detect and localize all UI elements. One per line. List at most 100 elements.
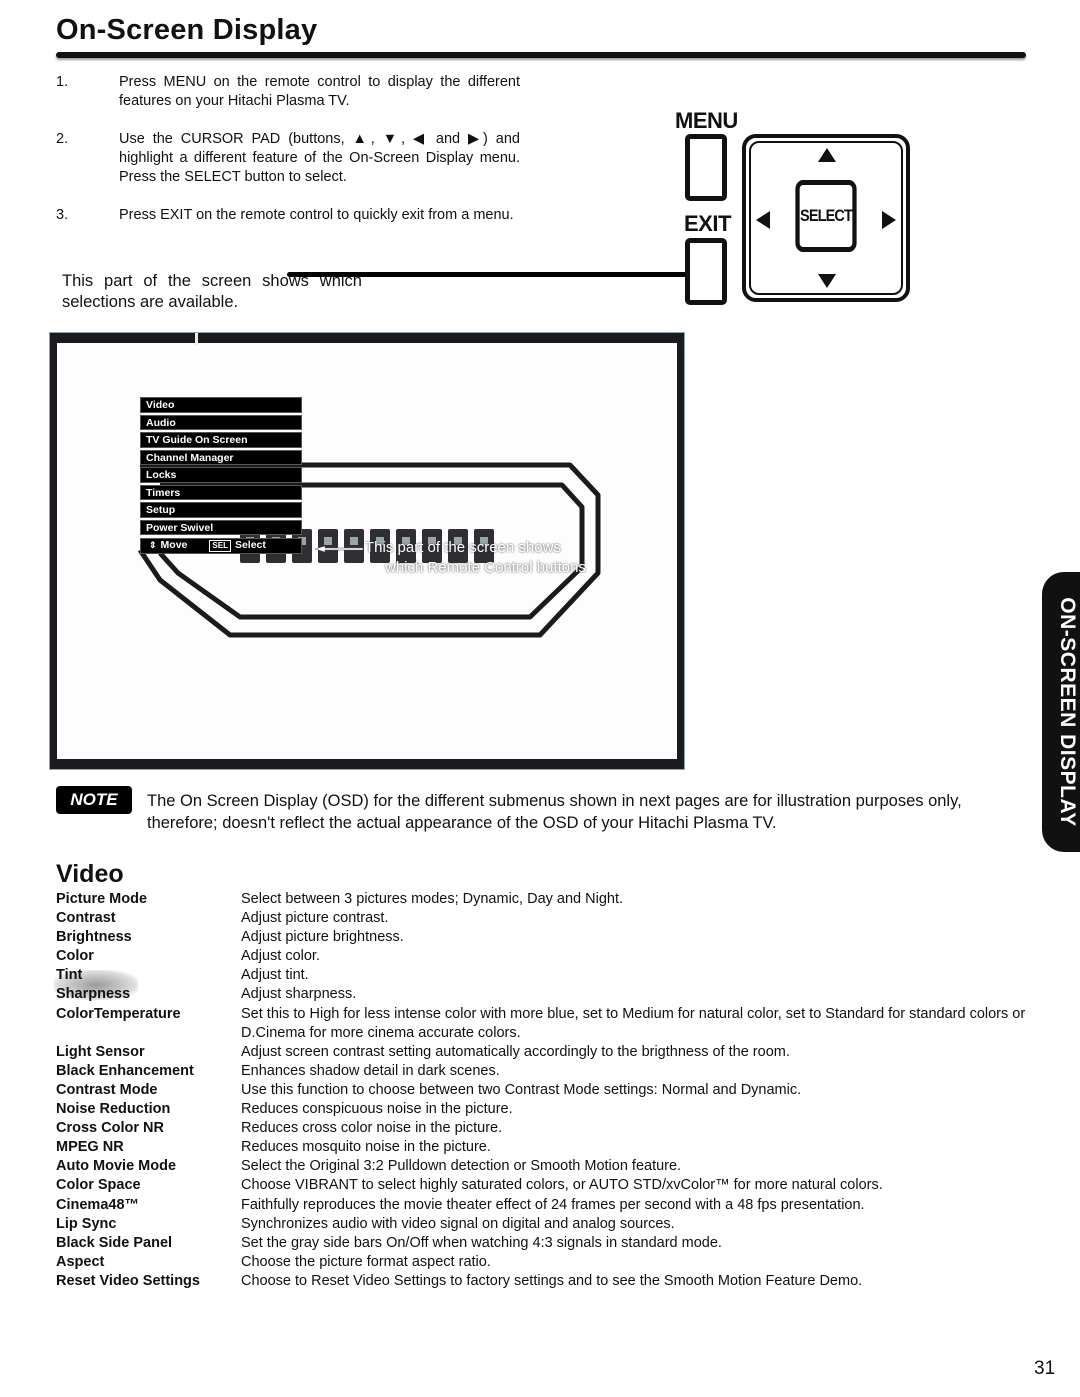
- step-1: 1. Press MENU on the remote control to d…: [56, 73, 520, 111]
- video-setting-row: Reset Video Settings Choose to Reset Vide…: [56, 1272, 1036, 1291]
- section-side-tab: ON-SCREEN DISPLAY: [1042, 572, 1080, 852]
- video-setting-term: Color Space: [56, 1177, 141, 1194]
- video-setting-row: Brightness Adjust picture brightness.: [56, 928, 1036, 947]
- step-text: Press EXIT on the remote control to quic…: [119, 207, 514, 223]
- video-setting-row: Color Adjust color.: [56, 947, 1036, 966]
- video-setting-description: Choose VIBRANT to select highly saturate…: [241, 1177, 883, 1194]
- video-setting-term: Color: [56, 948, 94, 965]
- video-setting-description: Adjust sharpness.: [241, 986, 357, 1003]
- video-setting-description: Reduces conspicuous noise in the picture…: [241, 1101, 513, 1118]
- video-setting-description: Select the Original 3:2 Pulldown detecti…: [241, 1158, 682, 1175]
- video-setting-row: ColorTemperature Set this to High for les…: [56, 1005, 1036, 1043]
- video-section-heading: Video: [56, 860, 124, 888]
- video-setting-row: Cross Color NR Reduces cross color noise …: [56, 1119, 1036, 1138]
- video-setting-description: Use this function to choose between two …: [241, 1081, 802, 1098]
- cursor-pad-illustration: SELECT: [742, 134, 910, 302]
- step-text: Press MENU on the remote control to disp…: [119, 74, 520, 109]
- video-setting-term: Brightness: [56, 929, 132, 946]
- video-setting-term: Contrast Mode: [56, 1081, 158, 1098]
- video-setting-term: MPEG NR: [56, 1139, 124, 1156]
- video-setting-row: Color Space Choose VIBRANT to select high…: [56, 1176, 1036, 1195]
- video-setting-description: Choose to Reset Video Settings to factor…: [241, 1272, 863, 1289]
- arrow-up-icon: [818, 148, 836, 162]
- video-setting-description: Enhances shadow detail in dark scenes.: [241, 1062, 500, 1079]
- video-setting-row: Lip Sync Synchronizes audio with video si…: [56, 1215, 1036, 1234]
- video-setting-description: Adjust color.: [241, 948, 320, 965]
- video-setting-description: Faithfully reproduces the movie theater …: [241, 1196, 865, 1213]
- osd-menu-footer: ⇕ Move SEL Select: [140, 538, 302, 554]
- video-setting-description: Adjust picture contrast.: [241, 910, 389, 927]
- osd-menu-item-tv-guide[interactable]: TV Guide On Screen: [140, 432, 302, 448]
- video-setting-row: Contrast Adjust picture contrast.: [56, 909, 1036, 928]
- osd-menu-item-channel-manager[interactable]: Channel Manager: [140, 449, 302, 465]
- video-setting-term: Cross Color NR: [56, 1120, 164, 1137]
- side-tab-label: ON-SCREEN DISPLAY: [1056, 597, 1079, 827]
- step-3: 3. Press EXIT on the remote control to q…: [56, 206, 520, 225]
- video-setting-term: Sharpness: [56, 986, 131, 1003]
- video-settings-list: Picture Mode Select between 3 pictures mo…: [56, 890, 1036, 1291]
- video-setting-term: Aspect: [56, 1253, 105, 1270]
- video-setting-term: Tint: [56, 967, 83, 984]
- callout-text: This part of the screen shows which sele…: [62, 272, 362, 311]
- step-2: 2. Use the CURSOR PAD (buttons, ▲, ▼, ◀ …: [56, 130, 520, 187]
- video-setting-description: Adjust screen contrast setting automatic…: [241, 1043, 790, 1060]
- callout-leader-line: [287, 272, 689, 277]
- video-setting-description: Adjust picture brightness.: [241, 929, 404, 946]
- video-setting-term: Auto Movie Mode: [56, 1158, 177, 1175]
- osd-menu-item-locks[interactable]: Locks: [140, 467, 302, 483]
- exit-label: EXIT: [684, 211, 731, 236]
- video-setting-term: ColorTemperature: [56, 1005, 181, 1022]
- select-button-illustration: SELECT: [795, 180, 857, 252]
- osd-menu-item-power-swivel[interactable]: Power Swivel: [140, 519, 302, 535]
- video-setting-term: Black Side Panel: [56, 1234, 173, 1251]
- note-text: The On Screen Display (OSD) for the diff…: [147, 792, 962, 832]
- frame-tick-mark: [195, 333, 198, 345]
- video-setting-row: Sharpness Adjust sharpness.: [56, 985, 1036, 1004]
- video-setting-term: Picture Mode: [56, 891, 148, 907]
- video-setting-description: Reduces mosquito noise in the picture.: [241, 1139, 491, 1156]
- overlay-caption-line-1: This part of the screen shows: [365, 539, 561, 556]
- arrow-left-icon: [756, 211, 770, 229]
- video-setting-description: Select between 3 pictures modes; Dynamic…: [241, 891, 624, 907]
- video-setting-description: Synchronizes audio with video signal on …: [241, 1215, 675, 1232]
- osd-overlay-caption: This part of the screen shows which Remo…: [365, 538, 605, 578]
- osd-main-menu: Video Audio TV Guide On Screen Channel M…: [140, 397, 302, 554]
- video-setting-row: Noise Reduction Reduces conspicuous noise…: [56, 1100, 1036, 1119]
- video-setting-row: MPEG NR Reduces mosquito noise in the pic…: [56, 1138, 1036, 1157]
- step-text: Use the CURSOR PAD (buttons, ▲, ▼, ◀ and…: [119, 131, 520, 185]
- video-setting-row: Tint Adjust tint.: [56, 966, 1036, 985]
- video-setting-row: Contrast Mode Use this function to choose…: [56, 1081, 1036, 1100]
- video-setting-row: Black Side Panel Set the gray side bars O…: [56, 1234, 1036, 1253]
- footer-move-label: Move: [160, 539, 188, 551]
- overlay-arrow-icon: [315, 546, 363, 552]
- video-setting-description: Reduces cross color noise in the picture…: [241, 1120, 503, 1137]
- osd-menu-item-timers[interactable]: Timers: [140, 484, 302, 500]
- footer-select-label: Select: [234, 539, 266, 551]
- video-setting-term: Light Sensor: [56, 1043, 145, 1060]
- video-setting-term: Reset Video Settings: [56, 1272, 200, 1289]
- video-setting-term: Lip Sync: [56, 1215, 117, 1232]
- video-setting-description: Set the gray side bars On/Off when watch…: [241, 1234, 722, 1251]
- step-number: 3.: [56, 207, 69, 223]
- arrow-down-icon: [818, 274, 836, 288]
- video-setting-row: Black Enhancement Enhances shadow detail …: [56, 1062, 1036, 1081]
- menu-label: MENU: [675, 108, 738, 133]
- video-setting-description: Set this to High for less intense color …: [241, 1005, 1026, 1041]
- title-rule: [56, 52, 1026, 58]
- page-number: 31: [1034, 1358, 1056, 1379]
- move-arrows-icon: ⇕: [149, 540, 157, 550]
- video-setting-row: Aspect Choose the picture format aspect r…: [56, 1253, 1036, 1272]
- step-number: 2.: [56, 131, 69, 147]
- step-number: 1.: [56, 74, 69, 90]
- video-setting-term: Cinema48™: [56, 1196, 140, 1213]
- arrow-right-icon: [882, 211, 896, 229]
- video-setting-term: Noise Reduction: [56, 1101, 171, 1118]
- osd-menu-item-audio[interactable]: Audio: [140, 414, 302, 430]
- note-badge: NOTE: [56, 786, 132, 814]
- osd-menu-item-video[interactable]: Video: [140, 397, 302, 413]
- video-setting-row: Picture Mode Select between 3 pictures mo…: [56, 890, 1036, 909]
- video-setting-description: Adjust tint.: [241, 967, 309, 984]
- osd-menu-item-setup[interactable]: Setup: [140, 502, 302, 518]
- video-setting-term: Contrast: [56, 910, 116, 927]
- video-setting-row: Auto Movie Mode Select the Original 3:2 P…: [56, 1157, 1036, 1176]
